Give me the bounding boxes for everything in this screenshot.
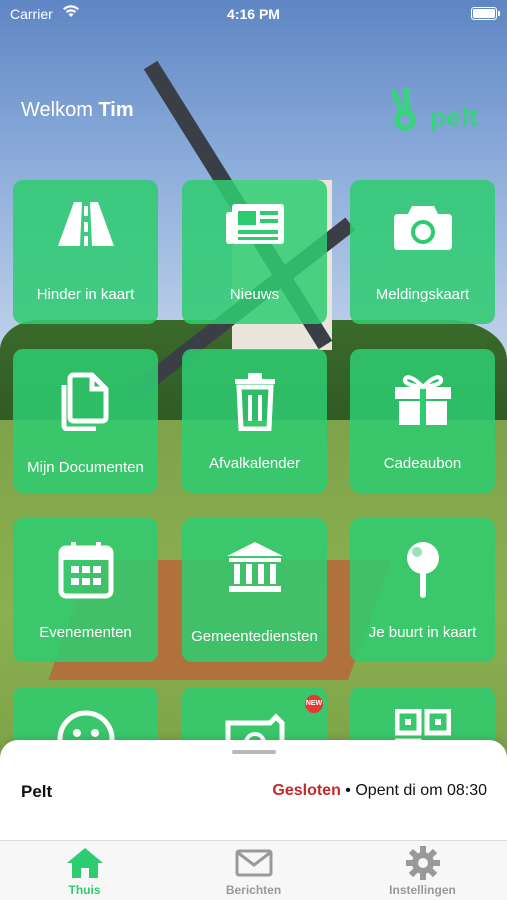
battery-icon (471, 7, 500, 20)
documents-icon (61, 372, 108, 431)
separator: • (345, 782, 351, 799)
tile-label: Meldingskaart (375, 286, 470, 303)
welcome-prefix: Welkom (21, 99, 93, 121)
user-name: Tim (98, 99, 134, 121)
tab-bar: Thuis Berichten Instellingen (0, 840, 507, 900)
road-icon (57, 202, 114, 246)
gear-icon (405, 846, 440, 880)
newspaper-icon (225, 204, 284, 244)
tab-label: Thuis (68, 883, 101, 897)
calendar-icon (58, 542, 113, 599)
tile-label: Nieuws (229, 286, 280, 303)
camera-icon (393, 206, 452, 250)
logo-mark-icon (391, 87, 416, 131)
pin-icon (406, 542, 439, 598)
status-bar: Carrier 4:16 PM (0, 0, 507, 28)
place-name: Pelt (21, 782, 53, 801)
tile-label: Gemeentediensten (191, 628, 318, 645)
pelt-logo: pelt (386, 86, 490, 134)
tile-mijn-documenten[interactable]: Mijn Documenten (13, 349, 158, 493)
logo-text: pelt (430, 102, 479, 132)
gift-icon (394, 375, 451, 425)
trash-icon (234, 373, 275, 431)
tile-meldingskaart[interactable]: Meldingskaart (350, 180, 495, 324)
tile-label: Mijn Documenten (27, 459, 144, 476)
tile-label: Hinder in kaart (36, 286, 135, 303)
tile-evenementen[interactable]: Evenementen (13, 518, 158, 662)
building-icon (226, 542, 283, 592)
tab-instellingen[interactable]: Instellingen (338, 845, 507, 900)
opening-hours: Gesloten • Opent di om 08:30 (272, 782, 487, 800)
new-badge: NEW (305, 695, 323, 713)
mail-icon (235, 849, 272, 877)
tile-cadeaubon[interactable]: Cadeaubon (350, 349, 495, 493)
tile-label: Evenementen (39, 624, 132, 641)
tile-nieuws[interactable]: Nieuws (182, 180, 327, 324)
home-icon (66, 848, 103, 878)
status-closed: Gesloten (272, 782, 341, 799)
welcome-text: Welkom Tim (21, 99, 134, 122)
tile-gemeentediensten[interactable]: Gemeentediensten (182, 518, 327, 662)
sheet-handle[interactable] (232, 750, 276, 754)
tab-thuis[interactable]: Thuis (0, 845, 169, 900)
tile-label: Afvalkalender (209, 455, 300, 472)
tile-je-buurt-in-kaart[interactable]: Je buurt in kaart (350, 518, 495, 662)
tile-label: Cadeaubon (383, 455, 462, 472)
opening-time: Opent di om 08:30 (355, 782, 487, 799)
tile-afvalkalender[interactable]: Afvalkalender (182, 349, 327, 493)
tile-label: Je buurt in kaart (368, 624, 477, 641)
clock: 4:16 PM (227, 6, 280, 22)
tile-hinder-in-kaart[interactable]: Hinder in kaart (13, 180, 158, 324)
tab-label: Instellingen (389, 883, 456, 897)
tab-label: Berichten (225, 883, 282, 897)
tab-berichten[interactable]: Berichten (169, 845, 338, 900)
